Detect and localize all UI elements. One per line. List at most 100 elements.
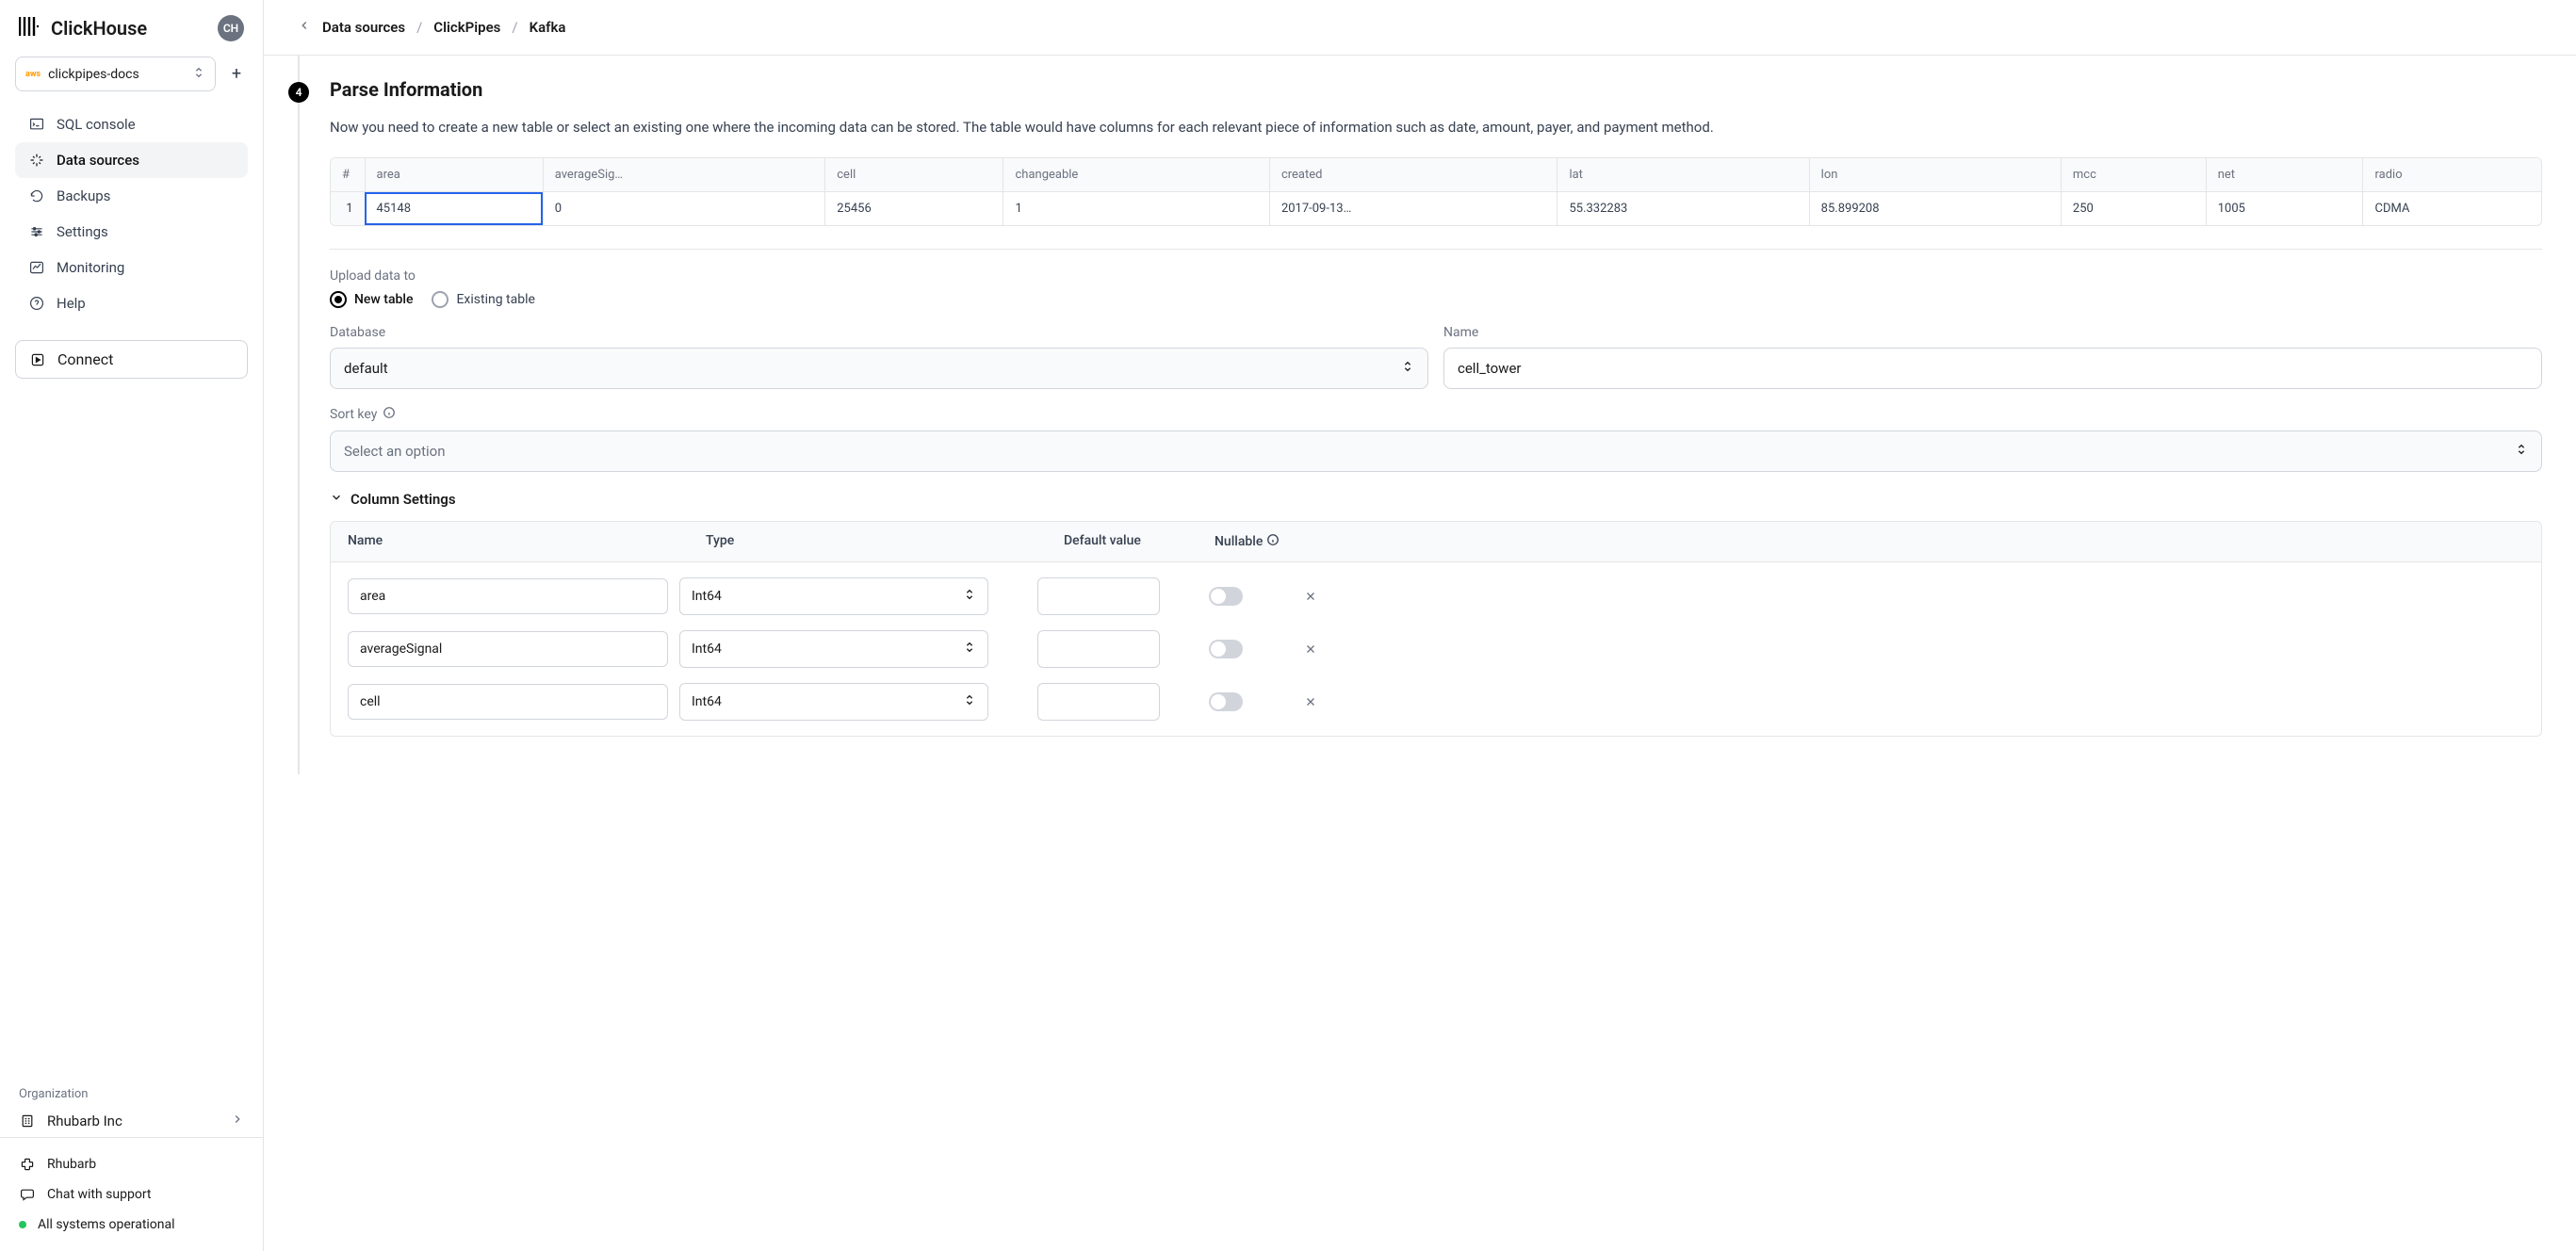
step-timeline <box>298 56 300 774</box>
col-area[interactable]: area <box>365 158 543 192</box>
col-mcc[interactable]: mcc <box>2061 158 2206 192</box>
avatar[interactable]: CH <box>218 15 244 41</box>
sidebar-footer: Rhubarb Chat with support All systems op… <box>0 1137 263 1251</box>
column-name-input[interactable]: area <box>348 578 668 614</box>
crumb-kafka[interactable]: Kafka <box>530 19 566 36</box>
column-nullable-toggle[interactable] <box>1171 640 1280 658</box>
sort-key-label: Sort key <box>330 406 2542 423</box>
cell-created[interactable]: 2017-09-13… <box>1269 192 1557 226</box>
org-name: Rhubarb Inc <box>47 1113 122 1129</box>
column-default-input[interactable] <box>1037 577 1160 615</box>
col-cell[interactable]: cell <box>825 158 1003 192</box>
database-select[interactable]: default <box>330 348 1428 389</box>
col-header-name: Name <box>348 533 706 550</box>
nav-help[interactable]: Help <box>15 285 248 321</box>
organization-label: Organization <box>19 1087 244 1101</box>
service-select[interactable]: aws clickpipes-docs <box>15 57 216 91</box>
column-row: area Int64 <box>348 570 2524 623</box>
cell-mcc[interactable]: 250 <box>2061 192 2206 226</box>
column-type-select[interactable]: Int64 <box>679 630 988 668</box>
content-area: 4 Parse Information Now you need to crea… <box>264 56 2576 774</box>
nav-settings[interactable]: Settings <box>15 214 248 250</box>
col-created[interactable]: created <box>1269 158 1557 192</box>
preview-table: # area averageSig… cell changeable creat… <box>330 157 2542 226</box>
nav-backups[interactable]: Backups <box>15 178 248 214</box>
radio-existing-table[interactable]: Existing table <box>432 291 534 308</box>
column-default-input[interactable] <box>1037 630 1160 668</box>
columns-table: Name Type Default value Nullable area In… <box>330 521 2542 737</box>
cell-rownum: 1 <box>331 192 365 226</box>
crumb-data-sources[interactable]: Data sources <box>322 19 405 36</box>
arrows-icon <box>28 153 45 168</box>
step-title: Parse Information <box>330 78 2542 101</box>
col-net[interactable]: net <box>2206 158 2363 192</box>
support-item[interactable]: Chat with support <box>19 1179 244 1210</box>
breadcrumb: Data sources / ClickPipes / Kafka <box>264 0 2576 56</box>
puzzle-icon <box>19 1157 36 1172</box>
building-icon <box>19 1113 36 1129</box>
organization-item[interactable]: Rhubarb Inc <box>19 1113 244 1129</box>
column-row: cell Int64 <box>348 675 2524 728</box>
col-rownum: # <box>331 158 365 192</box>
nav-data-sources[interactable]: Data sources <box>15 142 248 178</box>
column-type-select[interactable]: Int64 <box>679 683 988 721</box>
back-button[interactable] <box>298 19 311 36</box>
nav-sql-console[interactable]: SQL console <box>15 106 248 142</box>
updown-icon <box>1401 360 1414 377</box>
cell-averagesignal[interactable]: 0 <box>543 192 825 226</box>
main: Data sources / ClickPipes / Kafka 4 Pars… <box>264 0 2576 1251</box>
status-item[interactable]: All systems operational <box>19 1210 244 1240</box>
crumb-clickpipes[interactable]: ClickPipes <box>433 19 500 36</box>
cell-radio[interactable]: CDMA <box>2363 192 2541 226</box>
col-changeable[interactable]: changeable <box>1003 158 1269 192</box>
sort-key-field: Sort key Select an option <box>330 406 2542 472</box>
sort-key-select[interactable]: Select an option <box>330 431 2542 472</box>
column-name-input[interactable]: cell <box>348 684 668 720</box>
column-nullable-toggle[interactable] <box>1171 692 1280 711</box>
column-nullable-toggle[interactable] <box>1171 587 1280 606</box>
col-averagesignal[interactable]: averageSig… <box>543 158 825 192</box>
column-remove-button[interactable] <box>1292 590 1329 603</box>
column-type-select[interactable]: Int64 <box>679 577 988 615</box>
columns-header: Name Type Default value Nullable <box>331 522 2541 562</box>
cell-lon[interactable]: 85.899208 <box>1809 192 2061 226</box>
preview-header-row: # area averageSig… cell changeable creat… <box>331 158 2541 192</box>
col-lat[interactable]: lat <box>1557 158 1809 192</box>
cell-changeable[interactable]: 1 <box>1003 192 1269 226</box>
columns-body: area Int64 averageSignal Int64 cell Int6… <box>331 562 2541 736</box>
step-content: Parse Information Now you need to create… <box>330 56 2542 737</box>
chart-icon <box>28 260 45 275</box>
column-remove-button[interactable] <box>1292 642 1329 656</box>
sidebar: ClickHouse CH aws clickpipes-docs + SQL … <box>0 0 264 1251</box>
col-radio[interactable]: radio <box>2363 158 2541 192</box>
connect-button[interactable]: Connect <box>15 340 248 379</box>
brand-name: ClickHouse <box>51 17 206 40</box>
workspace-label: Rhubarb <box>47 1157 96 1172</box>
sliders-icon <box>28 224 45 239</box>
table-target-radio-group: New table Existing table <box>330 291 2542 308</box>
column-settings-label: Column Settings <box>351 491 456 508</box>
cell-cell[interactable]: 25456 <box>825 192 1003 226</box>
column-remove-button[interactable] <box>1292 695 1329 708</box>
database-field: Database default <box>330 325 1428 389</box>
info-icon[interactable] <box>383 406 396 423</box>
column-name-input[interactable]: averageSignal <box>348 631 668 667</box>
add-service-button[interactable]: + <box>225 64 248 84</box>
nav-label: SQL console <box>57 116 136 133</box>
radio-new-table[interactable]: New table <box>330 291 413 308</box>
nav-monitoring[interactable]: Monitoring <box>15 250 248 285</box>
cell-lat[interactable]: 55.332283 <box>1557 192 1809 226</box>
name-input[interactable]: cell_tower <box>1443 348 2542 389</box>
column-row: averageSignal Int64 <box>348 623 2524 675</box>
info-icon[interactable] <box>1266 533 1280 550</box>
nav-section: SQL console Data sources Backups Setting… <box>0 103 263 325</box>
aws-provider-icon: aws <box>25 70 41 79</box>
column-settings-toggle[interactable]: Column Settings <box>330 491 2542 508</box>
cell-area[interactable]: 45148 <box>365 192 543 226</box>
name-value: cell_tower <box>1458 360 1522 377</box>
column-default-input[interactable] <box>1037 683 1160 721</box>
workspace-item[interactable]: Rhubarb <box>19 1149 244 1179</box>
col-lon[interactable]: lon <box>1809 158 2061 192</box>
nav-label: Settings <box>57 223 108 240</box>
cell-net[interactable]: 1005 <box>2206 192 2363 226</box>
